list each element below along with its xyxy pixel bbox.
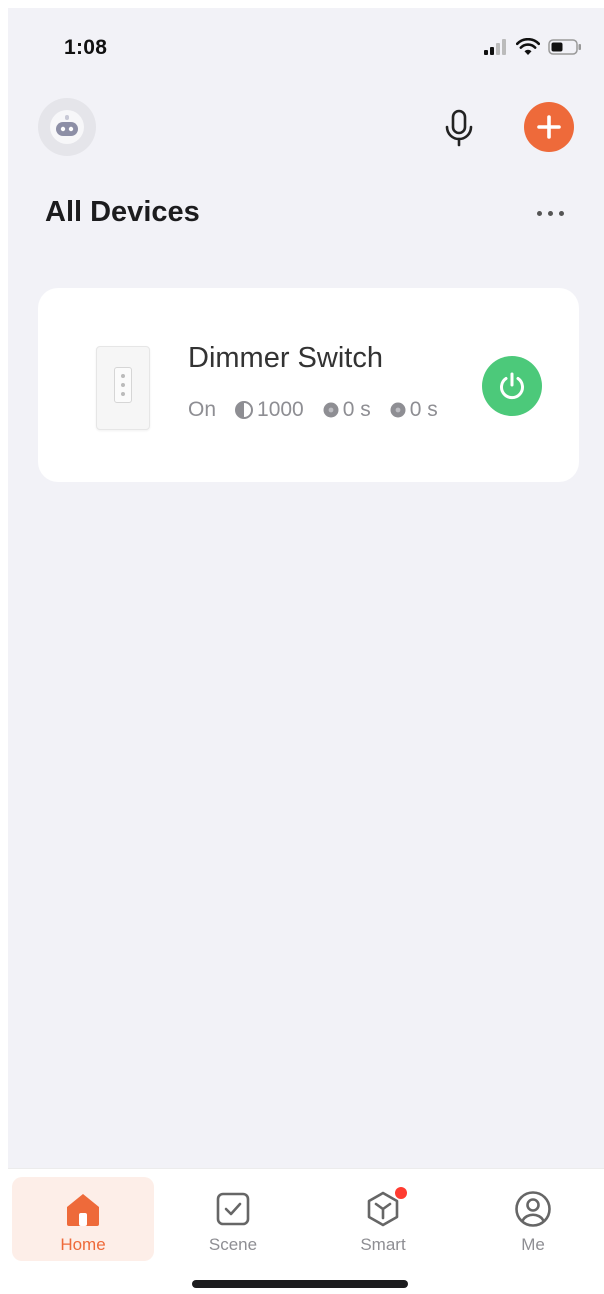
tab-home[interactable]: Home [12,1177,154,1261]
timer-dot-icon [323,402,339,418]
tab-me-icon-wrap [514,1189,552,1229]
timer-dot-icon [390,402,406,418]
more-dots-icon [547,210,553,216]
device-card[interactable]: Dimmer Switch On 1000 0 s 0 s [38,288,579,482]
power-icon [500,372,524,400]
more-dots-icon [558,210,564,216]
page-title: All Devices [45,196,200,228]
tab-smart[interactable]: Smart [312,1177,454,1261]
device-timer-1: 0 s [322,398,371,422]
wifi-icon [516,38,540,55]
timer-1-value: 0 s [342,398,371,421]
more-options-button[interactable] [522,198,578,228]
plus-icon [537,115,561,139]
tab-home-icon-wrap [65,1189,101,1229]
microphone-icon [445,109,473,147]
app-screen: 1:08 All Devices Dimmer Switch On 1000 0… [8,8,604,1294]
device-state: On [188,398,216,422]
profile-icon [515,1191,551,1227]
cellular-signal-icon [484,39,506,55]
device-state-label: On [188,398,217,421]
tab-scene-icon-wrap [215,1189,251,1229]
tab-scene[interactable]: Scene [162,1177,304,1261]
more-dots-icon [536,210,542,216]
tab-me-label: Me [521,1235,545,1254]
home-icon [67,1194,99,1226]
add-device-button[interactable] [524,102,574,152]
dimmer-switch-thumbnail [96,346,150,430]
status-icons [484,38,582,56]
tab-home-label: Home [60,1235,106,1254]
device-timer-2: 0 s [389,398,438,422]
voice-button[interactable] [438,106,480,150]
timer-2-value: 0 s [409,398,438,421]
tab-smart-label: Smart [360,1235,406,1254]
device-name: Dimmer Switch [188,342,383,374]
home-indicator[interactable] [192,1280,408,1288]
tab-smart-icon-wrap [365,1187,407,1229]
smart-notification-badge [395,1187,407,1199]
bottom-tab-bar: Home Scene Smart Me [8,1168,604,1294]
device-status: On 1000 0 s 0 s [188,398,456,422]
scene-check-icon [216,1192,250,1226]
brightness-icon [235,401,254,419]
switch-panel-graphic [114,367,132,403]
brightness-value: 1000 [257,398,304,421]
tab-scene-label: Scene [208,1235,258,1254]
tab-me[interactable]: Me [462,1177,604,1261]
battery-icon [548,39,581,55]
device-brightness: 1000 [234,398,304,422]
status-time: 1:08 [64,36,108,59]
home-avatar[interactable] [38,98,96,156]
home-robot-avatar-icon [50,110,84,144]
power-toggle-button[interactable] [482,356,542,416]
